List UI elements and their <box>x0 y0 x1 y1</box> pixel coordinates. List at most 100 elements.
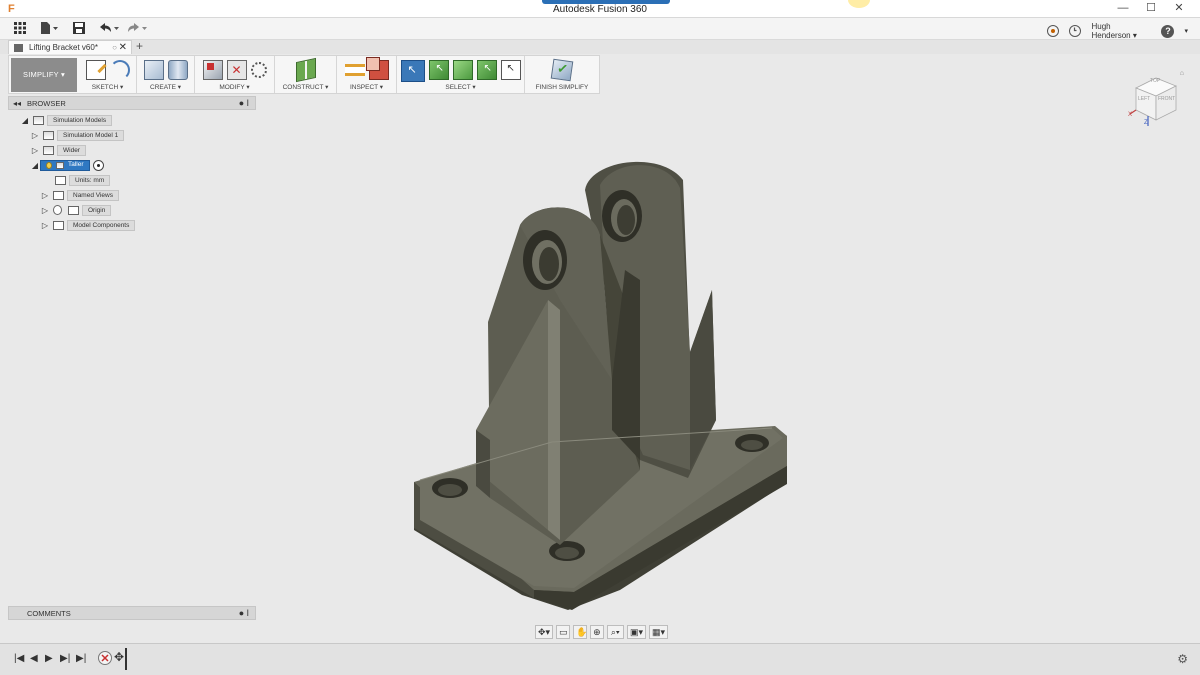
collapse-triangle-icon[interactable]: ▷ <box>40 206 50 215</box>
tree-node[interactable]: ▷ Origin <box>40 204 112 216</box>
inspect-menu[interactable]: INSPECT ▾ <box>337 83 396 91</box>
viewcube-left-label[interactable]: LEFT <box>1138 96 1150 102</box>
tree-node-selected[interactable]: ◢ Taller <box>30 159 104 171</box>
apps-grid-icon[interactable] <box>14 22 26 36</box>
help-chevron-down-icon[interactable]: ▾ <box>1184 27 1188 35</box>
collapse-triangle-icon[interactable]: ▷ <box>40 191 50 200</box>
modify-settings-icon[interactable] <box>250 62 267 78</box>
clock-icon[interactable] <box>1069 25 1082 37</box>
component-icon <box>56 161 64 169</box>
create-sketch-icon[interactable] <box>85 60 106 80</box>
viewcube-top-label[interactable]: TOP <box>1150 78 1160 84</box>
tree-node-label: Origin <box>82 204 112 216</box>
sketch-arc-icon[interactable] <box>109 60 130 80</box>
tree-node-label: Simulation Models <box>47 114 113 126</box>
look-at-icon[interactable]: ▭ <box>556 625 571 639</box>
inspect-group: INSPECT ▾ <box>337 56 397 93</box>
remove-features-icon[interactable] <box>226 60 247 80</box>
timeline-settings-gear-icon[interactable]: ⚙ <box>1177 652 1188 666</box>
viewcube[interactable]: TOP LEFT FRONT X Z ⌂ <box>1128 70 1184 130</box>
new-tab-button[interactable]: + <box>136 40 143 53</box>
job-status-icon[interactable] <box>1047 25 1060 37</box>
pan-icon[interactable]: ✋ <box>573 625 587 639</box>
collapse-triangle-icon[interactable]: ▷ <box>40 221 50 230</box>
go-to-start-icon[interactable]: |◀ <box>14 653 24 664</box>
close-window-button[interactable]: ✕ <box>1166 1 1192 16</box>
measure-icon[interactable] <box>344 64 365 76</box>
maximize-button[interactable]: ☐ <box>1138 1 1164 16</box>
finish-simplify-button[interactable]: FINISH SIMPLIFY <box>525 84 599 91</box>
lightbulb-icon[interactable] <box>46 161 52 169</box>
bracket-model[interactable] <box>260 96 1200 641</box>
tree-node[interactable]: ▷ Simulation Model 1 <box>30 129 125 141</box>
collapse-panel-icon[interactable]: ◂◂ <box>13 97 21 110</box>
document-settings-icon <box>55 175 66 185</box>
selection-filter-icon[interactable] <box>500 60 521 80</box>
zoom-window-icon[interactable]: ⌕▾ <box>606 625 624 639</box>
save-icon[interactable] <box>73 22 85 36</box>
extrude-icon[interactable] <box>167 60 188 80</box>
undo-icon[interactable] <box>98 22 120 36</box>
press-pull-icon[interactable] <box>202 60 223 80</box>
workspace-switcher[interactable]: SIMPLIFY ▾ <box>11 58 77 92</box>
window-select-icon[interactable] <box>428 60 449 80</box>
timeline-marker[interactable] <box>125 648 127 670</box>
document-tab[interactable]: Lifting Bracket v60* ○ ✕ <box>8 40 132 54</box>
expand-triangle-icon[interactable]: ◢ <box>30 161 40 170</box>
close-tab-button[interactable]: ✕ <box>119 41 127 54</box>
construct-menu[interactable]: CONSTRUCT ▾ <box>275 83 336 91</box>
tree-node[interactable]: ▷ Model Components <box>40 219 136 231</box>
create-menu[interactable]: CREATE ▾ <box>137 83 194 91</box>
file-icon[interactable] <box>40 22 58 36</box>
document-tab-title: Lifting Bracket v60* <box>29 43 98 52</box>
folder-icon <box>53 220 64 230</box>
finish-simplify-icon[interactable] <box>550 58 574 82</box>
go-to-end-icon[interactable]: ▶| <box>76 653 86 664</box>
user-area: Hugh Henderson ▾ ? ▾ <box>1047 22 1188 40</box>
orbit-icon[interactable]: ✥▾ <box>535 625 554 639</box>
interference-icon[interactable] <box>365 57 389 80</box>
collapse-triangle-icon[interactable]: ▷ <box>30 131 40 140</box>
activate-radio-icon[interactable] <box>92 159 104 171</box>
new-component-icon[interactable] <box>143 60 164 80</box>
browser-title: BROWSER <box>27 99 66 108</box>
browser-panel-header[interactable]: ◂◂ BROWSER ● ǀ <box>8 96 256 110</box>
tree-node[interactable]: Units: mm <box>52 174 111 186</box>
minimize-button[interactable]: — <box>1110 1 1136 16</box>
tree-node[interactable]: ◢ Simulation Models <box>20 114 113 126</box>
lightbulb-icon[interactable] <box>53 205 62 215</box>
viewcube-front-label[interactable]: FRONT <box>1158 96 1175 102</box>
select-menu[interactable]: SELECT ▾ <box>397 83 524 91</box>
freeform-select-icon[interactable] <box>452 60 473 80</box>
panel-options-icon[interactable]: ● ǀ <box>239 97 249 110</box>
window-title: Autodesk Fusion 360 <box>553 4 647 15</box>
grid-settings-icon[interactable]: ▦▾ <box>648 625 668 639</box>
step-forward-icon[interactable]: ▶| <box>60 653 70 664</box>
paint-select-icon[interactable] <box>476 60 497 80</box>
step-back-icon[interactable]: ◀ <box>30 653 38 664</box>
zoom-icon[interactable]: ⊕ <box>590 625 604 639</box>
construct-group: CONSTRUCT ▾ <box>275 56 337 93</box>
sketch-menu[interactable]: SKETCH ▾ <box>79 83 136 91</box>
play-icon[interactable]: ▶ <box>45 653 53 664</box>
help-button[interactable]: ? <box>1161 24 1175 38</box>
remove-feature-icon[interactable] <box>98 651 112 665</box>
construction-plane-icon[interactable] <box>295 57 316 83</box>
select-icon[interactable] <box>400 60 425 82</box>
home-view-icon[interactable]: ⌂ <box>1180 70 1184 77</box>
3d-viewport[interactable] <box>260 96 1200 641</box>
display-settings-icon[interactable]: ▣▾ <box>626 625 646 639</box>
user-menu[interactable]: Hugh Henderson ▾ <box>1091 22 1151 40</box>
collapse-triangle-icon[interactable]: ▷ <box>30 146 40 155</box>
expand-triangle-icon[interactable]: ◢ <box>20 116 30 125</box>
folder-icon <box>68 205 79 215</box>
modify-menu[interactable]: MODIFY ▾ <box>195 83 274 91</box>
component-icon <box>43 130 54 140</box>
comments-panel-header[interactable]: COMMENTS ● ǀ <box>8 606 256 620</box>
tab-dropdown-icon[interactable]: ○ <box>112 41 117 54</box>
add-comment-icon[interactable]: ● ǀ <box>239 607 249 620</box>
tree-node[interactable]: ▷ Named Views <box>40 189 119 201</box>
redo-icon[interactable] <box>126 22 148 36</box>
timeline-bar: |◀ ◀ ▶ ▶| ▶| ✥ ⚙ <box>0 643 1200 675</box>
tree-node[interactable]: ▷ Wider <box>30 144 86 156</box>
